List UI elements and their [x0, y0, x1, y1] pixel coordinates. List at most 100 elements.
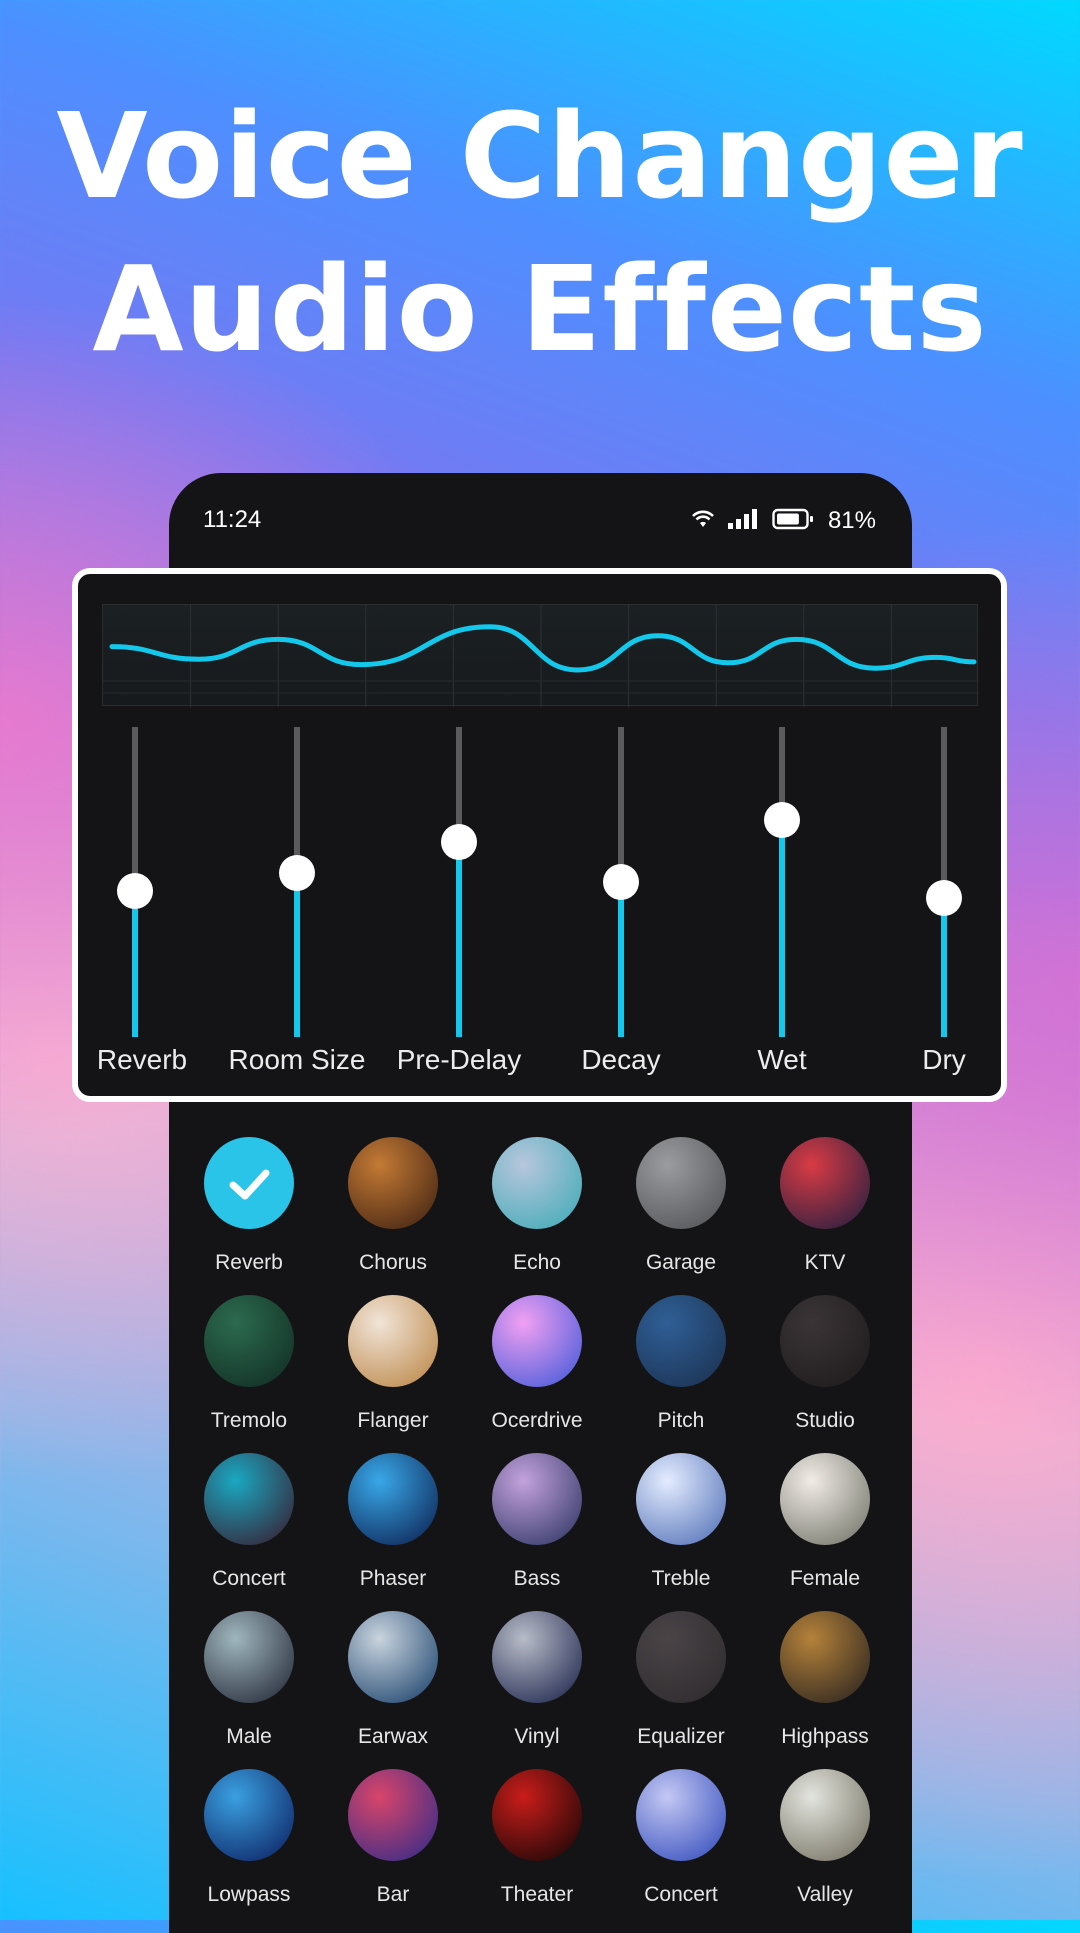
effect-ocerdrive[interactable]: Ocerdrive: [465, 1295, 609, 1433]
effect-label: Highpass: [781, 1725, 869, 1748]
effect-thumbnail[interactable]: [204, 1769, 294, 1861]
effect-equalizer[interactable]: Equalizer: [609, 1611, 753, 1749]
effect-thumbnail[interactable]: [636, 1295, 726, 1387]
signal-icon: [727, 509, 758, 533]
effect-highpass[interactable]: Highpass: [753, 1611, 897, 1749]
effect-earwax[interactable]: Earwax: [321, 1611, 465, 1749]
slider-room-size[interactable]: [279, 727, 315, 1037]
reverb-equalizer-panel: Reverb Room Size Pre-Delay Decay Wet Dry: [72, 568, 1007, 1102]
effect-thumbnail[interactable]: [204, 1611, 294, 1703]
effect-concert[interactable]: Concert: [609, 1769, 753, 1907]
effect-label: Theater: [500, 1883, 574, 1906]
slider-wet[interactable]: [764, 727, 800, 1037]
slider-fill: [941, 897, 947, 1037]
effect-label: Earwax: [357, 1725, 429, 1748]
effect-label: KTV: [804, 1251, 846, 1274]
battery-icon: [772, 508, 814, 534]
effect-theater[interactable]: Theater: [465, 1769, 609, 1907]
effect-ktv[interactable]: KTV: [753, 1137, 897, 1275]
slider-knob[interactable]: [764, 802, 800, 838]
slider-knob[interactable]: [441, 823, 477, 860]
effect-echo[interactable]: Echo: [465, 1137, 609, 1275]
slider-dry[interactable]: [926, 727, 962, 1037]
effect-thumbnail[interactable]: [780, 1137, 870, 1229]
effect-label: Male: [226, 1725, 272, 1748]
effect-thumbnail[interactable]: [204, 1453, 294, 1545]
effect-label: Concert: [644, 1883, 718, 1906]
effect-thumbnail[interactable]: [204, 1295, 294, 1387]
effect-thumbnail[interactable]: [348, 1611, 438, 1703]
effect-bar[interactable]: Bar: [321, 1769, 465, 1907]
effect-studio[interactable]: Studio: [753, 1295, 897, 1433]
effect-bass[interactable]: Bass: [465, 1453, 609, 1591]
effect-thumbnail[interactable]: [492, 1295, 582, 1387]
status-bar: 11:24 81%: [169, 473, 912, 563]
effect-thumbnail[interactable]: [780, 1769, 870, 1861]
slider-knob[interactable]: [117, 873, 153, 910]
effect-flanger[interactable]: Flanger: [321, 1295, 465, 1433]
effect-vinyl[interactable]: Vinyl: [465, 1611, 609, 1749]
effect-thumbnail[interactable]: [348, 1295, 438, 1387]
effect-label: Lowpass: [207, 1883, 291, 1906]
slider-decay[interactable]: [603, 727, 639, 1037]
waveform-graph: [102, 604, 979, 707]
effect-thumbnail[interactable]: [204, 1137, 294, 1229]
effect-thumbnail[interactable]: [780, 1611, 870, 1703]
slider-fill: [779, 820, 785, 1037]
effect-thumbnail[interactable]: [780, 1453, 870, 1545]
effect-concert[interactable]: Concert: [177, 1453, 321, 1591]
effect-label: Echo: [513, 1251, 561, 1274]
effect-thumbnail[interactable]: [780, 1295, 870, 1387]
effect-thumbnail[interactable]: [492, 1611, 582, 1703]
effect-chorus[interactable]: Chorus: [321, 1137, 465, 1275]
effect-thumbnail[interactable]: [492, 1453, 582, 1545]
effect-label: Concert: [212, 1567, 286, 1590]
effect-thumbnail[interactable]: [348, 1137, 438, 1229]
effect-label: Bass: [513, 1567, 561, 1590]
headline-line-2: Audio Effects: [92, 240, 988, 378]
slider-knob[interactable]: [926, 879, 962, 916]
effect-label: Studio: [795, 1409, 855, 1432]
effect-label: Treble: [651, 1567, 711, 1590]
effect-treble[interactable]: Treble: [609, 1453, 753, 1591]
slider-pre-delay[interactable]: [441, 727, 477, 1037]
effect-lowpass[interactable]: Lowpass: [177, 1769, 321, 1907]
slider-knob[interactable]: [603, 864, 639, 900]
battery-percent: 81%: [827, 507, 876, 534]
headline-line-1: Voice Changer: [56, 87, 1024, 225]
effect-label: Garage: [645, 1251, 717, 1274]
slider-knob[interactable]: [279, 854, 315, 891]
check-icon: [229, 1169, 270, 1200]
effect-thumbnail[interactable]: [636, 1769, 726, 1861]
effect-label: Equalizer: [637, 1725, 725, 1748]
slider-fill: [456, 841, 462, 1037]
slider-reverb[interactable]: [117, 727, 153, 1037]
slider-label-dry: Dry: [922, 1044, 966, 1075]
slider-fill: [618, 882, 624, 1037]
effect-label: Valley: [797, 1883, 853, 1906]
effect-thumbnail[interactable]: [636, 1137, 726, 1229]
effect-label: Phaser: [359, 1567, 427, 1590]
effect-label: Chorus: [359, 1251, 427, 1274]
effect-female[interactable]: Female: [753, 1453, 897, 1591]
effect-tremolo[interactable]: Tremolo: [177, 1295, 321, 1433]
effect-male[interactable]: Male: [177, 1611, 321, 1749]
status-time: 11:24: [203, 506, 262, 533]
effect-label: Reverb: [215, 1251, 283, 1274]
effect-thumbnail[interactable]: [492, 1769, 582, 1861]
effect-label: Bar: [376, 1883, 410, 1906]
effect-label: Vinyl: [514, 1725, 560, 1748]
effect-thumbnail[interactable]: [636, 1453, 726, 1545]
effect-thumbnail[interactable]: [348, 1769, 438, 1861]
effect-garage[interactable]: Garage: [609, 1137, 753, 1275]
effect-thumbnail[interactable]: [636, 1611, 726, 1703]
effect-label: Ocerdrive: [491, 1409, 583, 1432]
effect-label: Flanger: [357, 1409, 429, 1432]
effect-pitch[interactable]: Pitch: [609, 1295, 753, 1433]
effect-phaser[interactable]: Phaser: [321, 1453, 465, 1591]
effect-valley[interactable]: Valley: [753, 1769, 897, 1907]
effect-reverb[interactable]: Reverb: [177, 1137, 321, 1275]
effect-thumbnail[interactable]: [348, 1453, 438, 1545]
wifi-icon: [692, 510, 714, 532]
effect-thumbnail[interactable]: [492, 1137, 582, 1229]
